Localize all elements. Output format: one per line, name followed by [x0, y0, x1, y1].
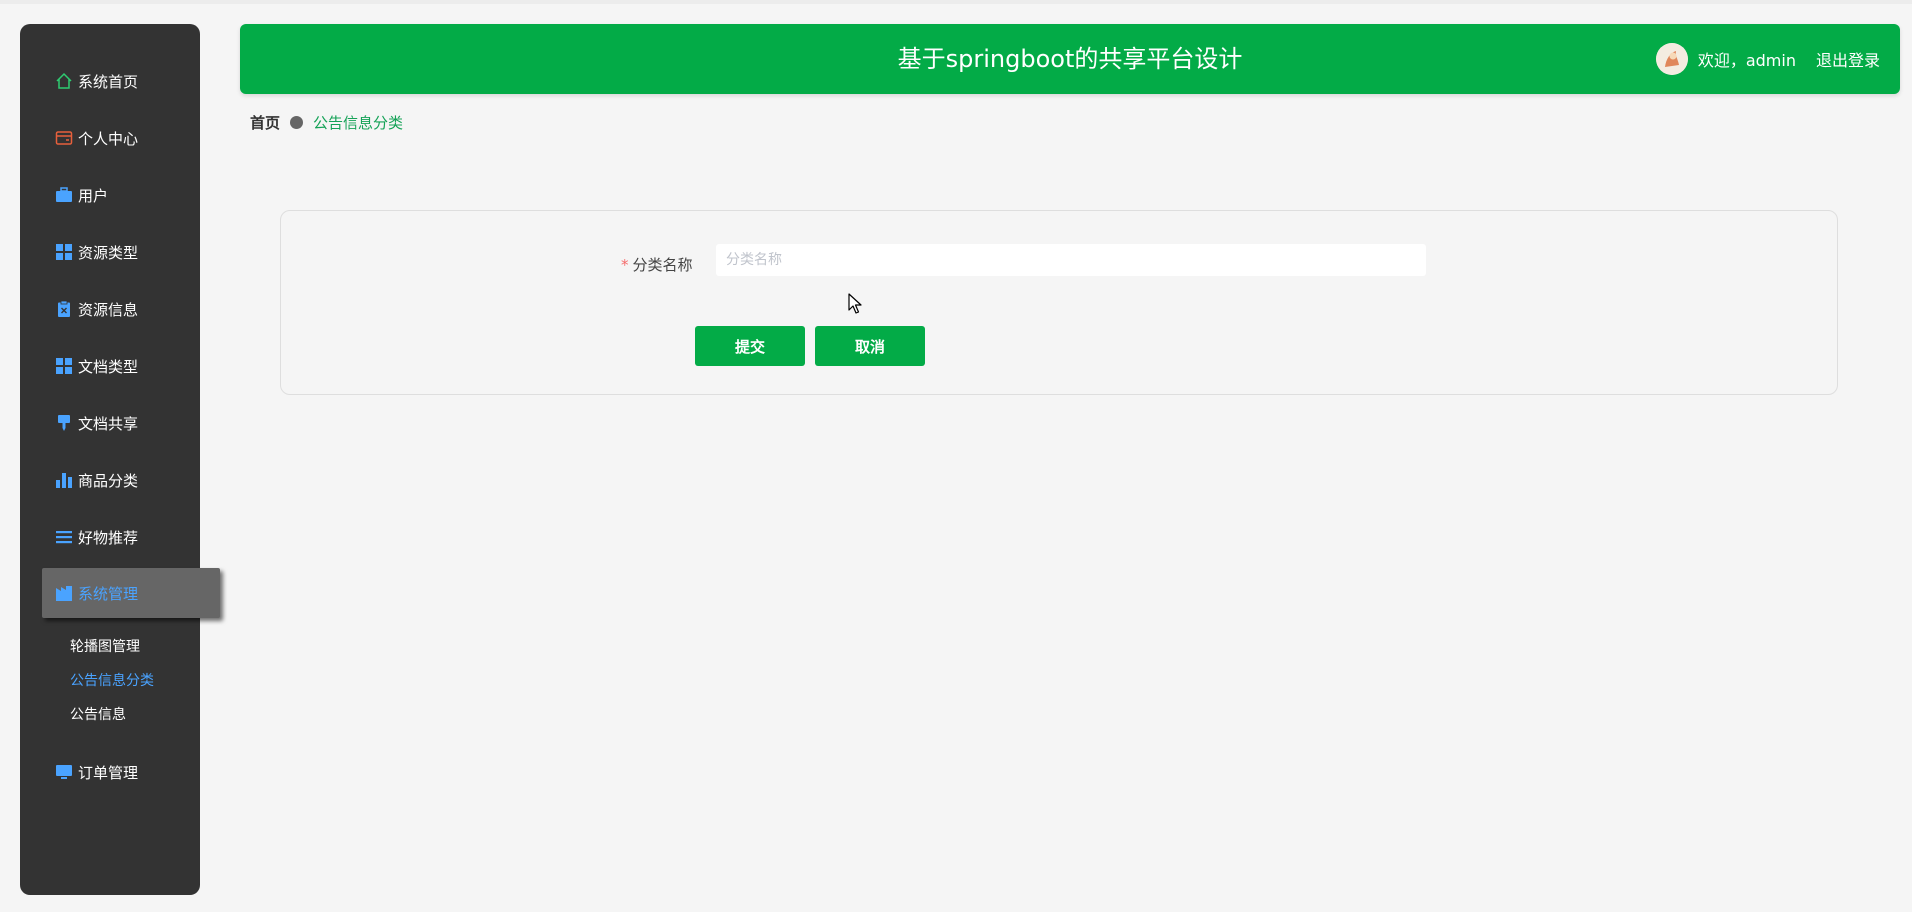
submenu-item-carousel[interactable]: 轮播图管理 [70, 636, 140, 656]
grid-icon [54, 356, 74, 376]
sidebar-item-label: 系统首页 [78, 72, 139, 91]
submenu-item-notice[interactable]: 公告信息 [70, 704, 126, 724]
monitor-icon [54, 762, 74, 782]
logout-link[interactable]: 退出登录 [1816, 47, 1880, 71]
submit-button[interactable]: 提交 [695, 326, 805, 366]
sidebar-item-label: 文档共享 [78, 414, 139, 433]
sidebar-item-label: 商品分类 [78, 471, 139, 490]
breadcrumb: 首页 公告信息分类 [250, 112, 403, 133]
sidebar-item-personal-center[interactable]: 个人中心 [20, 118, 200, 158]
clipboard-icon [54, 299, 74, 319]
required-mark: * [621, 256, 629, 274]
category-name-label: * 分类名称 [621, 254, 693, 275]
sidebar-item-label: 资源类型 [78, 243, 139, 262]
sidebar-item-recommendation[interactable]: 好物推荐 [20, 517, 200, 557]
building-icon [54, 583, 74, 603]
form-card: *分类名称 提交 取消 [280, 210, 1838, 395]
brush-icon [54, 413, 74, 433]
breadcrumb-current: 公告信息分类 [313, 114, 404, 132]
cancel-button[interactable]: 取消 [815, 326, 925, 366]
sidebar-item-document-type[interactable]: 文档类型 [20, 346, 200, 386]
user-area: 欢迎，admin 退出登录 [1655, 24, 1880, 94]
sidebar-item-label: 资源信息 [78, 300, 139, 319]
sidebar-item-order-management[interactable]: 订单管理 [20, 752, 200, 792]
sidebar-item-goods-category[interactable]: 商品分类 [20, 460, 200, 500]
sidebar-item-user[interactable]: 用户 [20, 175, 200, 215]
category-name-input[interactable] [716, 244, 1426, 276]
sidebar-item-label: 个人中心 [78, 129, 139, 148]
mouse-cursor-icon [848, 293, 862, 319]
category-name-label-text: 分类名称 [632, 256, 693, 274]
list-icon [54, 527, 74, 547]
sidebar: 系统首页 个人中心 用户 资源类型 资源信息 文档类型 文档共享 商品分类 好物… [20, 24, 220, 895]
sidebar-item-label: 文档类型 [78, 357, 139, 376]
avatar[interactable] [1655, 43, 1688, 75]
home-icon [54, 71, 74, 91]
sidebar-item-document-share[interactable]: 文档共享 [20, 403, 200, 443]
sidebar-item-system-management[interactable]: 系统管理 [42, 568, 220, 618]
sidebar-item-label: 订单管理 [78, 763, 139, 782]
header-bar: 基于springboot的共享平台设计 欢迎，admin 退出登录 [240, 24, 1900, 94]
breadcrumb-separator-dot [290, 116, 304, 129]
sidebar-item-home[interactable]: 系统首页 [20, 61, 200, 101]
top-border [0, 0, 1912, 4]
sidebar-item-resource-type[interactable]: 资源类型 [20, 232, 200, 272]
sidebar-item-label: 好物推荐 [78, 528, 139, 547]
sidebar-item-resource-info[interactable]: 资源信息 [20, 289, 200, 329]
breadcrumb-home[interactable]: 首页 [250, 112, 280, 133]
sidebar-item-label: 用户 [78, 186, 109, 205]
welcome-text: 欢迎，admin [1697, 51, 1796, 70]
wallet-icon [54, 128, 74, 148]
bar-chart-icon [54, 470, 74, 490]
app-title: 基于springboot的共享平台设计 [897, 45, 1243, 73]
submenu-item-notice-category[interactable]: 公告信息分类 [70, 670, 154, 690]
grid-icon [54, 242, 74, 262]
briefcase-icon [54, 185, 74, 205]
sidebar-item-label: 系统管理 [78, 584, 139, 603]
